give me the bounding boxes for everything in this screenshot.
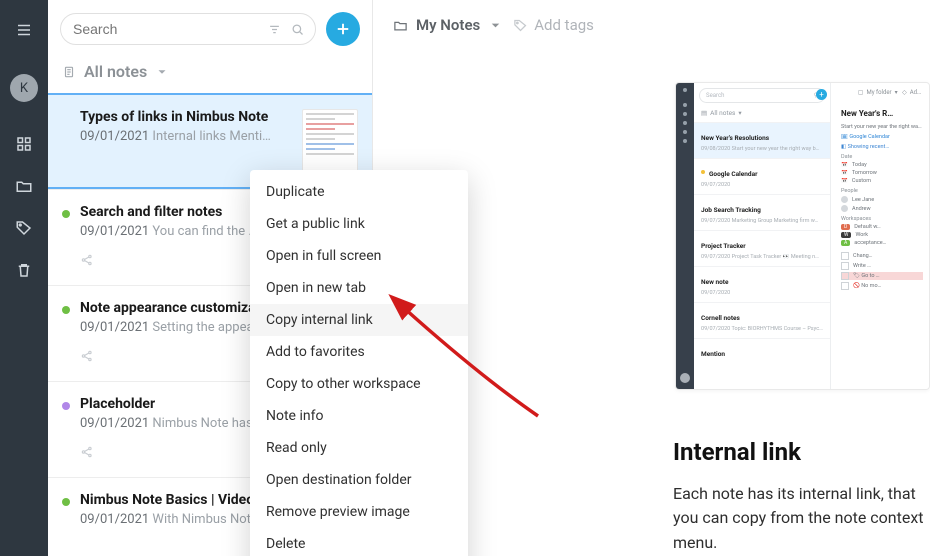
context-menu-item[interactable]: Duplicate: [250, 176, 468, 208]
add-tags-label: Add tags: [534, 16, 594, 34]
avatar[interactable]: K: [10, 74, 38, 102]
trash-icon[interactable]: [12, 258, 36, 282]
folder-icon[interactable]: [12, 174, 36, 198]
context-menu-item[interactable]: Remove preview image: [250, 496, 468, 528]
context-menu-item[interactable]: Get a public link: [250, 208, 468, 240]
list-header[interactable]: All notes: [48, 52, 372, 93]
folder-icon: [393, 18, 408, 33]
breadcrumb-folder: My Notes: [416, 16, 480, 34]
search-field[interactable]: [60, 13, 316, 45]
illustration-screenshot: Search⚲ ▤ All notes ▾ New Year's Resolut…: [675, 82, 930, 390]
breadcrumb[interactable]: My Notes: [393, 16, 503, 34]
arrow-annotation: [390, 286, 550, 426]
color-bullet: [62, 498, 70, 506]
chevron-down-icon: [155, 65, 169, 79]
menu-icon[interactable]: [12, 18, 36, 42]
chevron-down-icon: [488, 18, 503, 33]
context-menu-item[interactable]: Read only: [250, 432, 468, 464]
search-input[interactable]: [71, 20, 259, 38]
note-thumbnail: [302, 109, 358, 173]
context-menu-item[interactable]: Open destination folder: [250, 464, 468, 496]
add-tags-button[interactable]: Add tags: [513, 16, 594, 34]
context-menu-item[interactable]: Open in full screen: [250, 240, 468, 272]
add-note-button[interactable]: [326, 12, 360, 46]
list-header-label: All notes: [84, 62, 147, 81]
apps-icon[interactable]: [12, 132, 36, 156]
tag-icon[interactable]: [12, 216, 36, 240]
color-bullet: [62, 306, 70, 314]
color-bullet: [62, 210, 70, 218]
filter-icon[interactable]: [267, 22, 282, 37]
note-icon: [62, 65, 76, 79]
search-icon[interactable]: [290, 22, 305, 37]
app-rail: K: [0, 0, 48, 556]
tag-icon: [513, 18, 528, 33]
color-bullet: [62, 402, 70, 410]
context-menu-item[interactable]: Delete: [250, 528, 468, 556]
note-title: Types of links in Nimbus Note: [80, 109, 292, 125]
note-subtitle: 09/01/2021 Internal links Menti…: [80, 129, 292, 144]
